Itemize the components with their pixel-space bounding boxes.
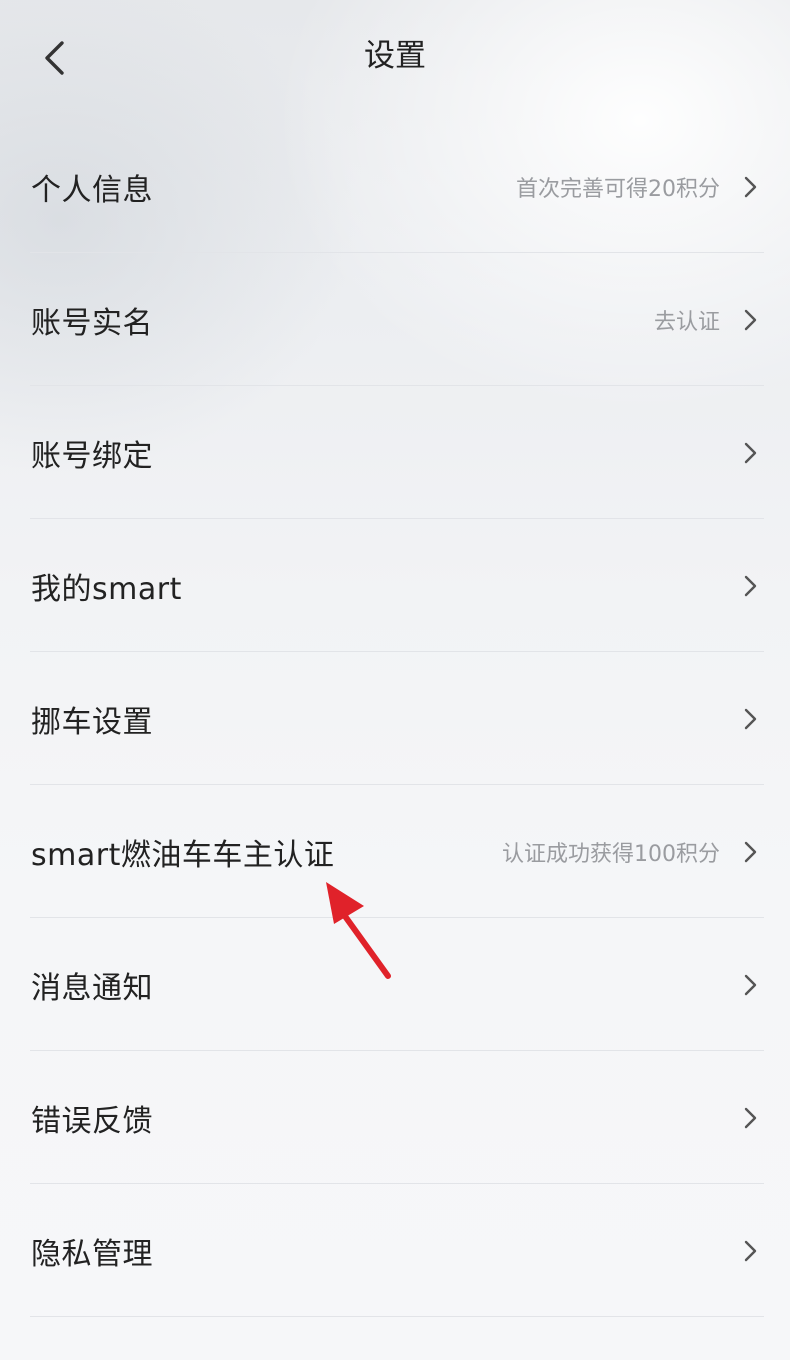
settings-row-account-binding[interactable]: 账号绑定 [0,386,790,519]
settings-row-my-smart[interactable]: 我的smart [0,519,790,652]
row-label: 账号绑定 [31,438,153,474]
row-label: 挪车设置 [31,704,153,740]
chevron-right-icon [740,309,760,331]
settings-row-privacy-management[interactable]: 隐私管理 [0,1184,790,1317]
settings-row-fuel-car-owner-cert[interactable]: smart燃油车车主认证 认证成功获得100积分 [0,785,790,918]
settings-row-move-car[interactable]: 挪车设置 [0,652,790,785]
row-label: 我的smart [31,571,182,607]
settings-row-personal-info[interactable]: 个人信息 首次完善可得20积分 [0,120,790,253]
chevron-right-icon [740,575,760,597]
row-hint: 去认证 [653,309,720,335]
row-label: smart燃油车车主认证 [31,837,335,873]
header: 设置 [0,0,790,112]
chevron-right-icon [740,708,760,730]
chevron-right-icon [740,841,760,863]
chevron-right-icon [740,442,760,464]
settings-screen: 设置 个人信息 首次完善可得20积分 账号实名 去认证 账号绑定 我的smart… [0,0,790,1360]
settings-row-notifications[interactable]: 消息通知 [0,918,790,1051]
row-label: 账号实名 [31,305,153,341]
page-title: 设置 [364,38,426,74]
row-divider [30,1316,764,1317]
row-label: 错误反馈 [31,1103,153,1139]
row-label: 消息通知 [31,970,153,1006]
chevron-right-icon [740,176,760,198]
chevron-right-icon [740,1107,760,1129]
settings-row-error-feedback[interactable]: 错误反馈 [0,1051,790,1184]
chevron-right-icon [740,1240,760,1262]
row-hint: 认证成功获得100积分 [502,841,720,867]
row-label: 隐私管理 [31,1236,153,1272]
row-hint: 首次完善可得20积分 [516,176,720,202]
settings-list: 个人信息 首次完善可得20积分 账号实名 去认证 账号绑定 我的smart 挪车… [0,120,790,1317]
chevron-right-icon [740,974,760,996]
settings-row-account-realname[interactable]: 账号实名 去认证 [0,253,790,386]
row-label: 个人信息 [31,172,153,208]
